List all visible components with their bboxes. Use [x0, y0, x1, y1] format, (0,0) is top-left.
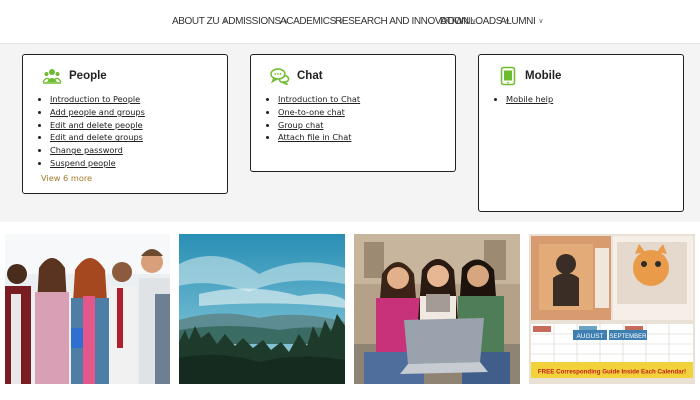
chat-bubbles-icon	[270, 68, 290, 86]
chat-card: Chat Introduction to Chat One-to-one cha…	[250, 54, 456, 172]
nav-item-label: ACADEMICS	[280, 16, 336, 27]
top-navigation: ABOUT ZU ∨ ADMISSIONS ∨ ACADEMICS ∨ RESEARC…	[0, 0, 700, 44]
list-item: Mobile help	[506, 93, 553, 106]
link-attach-file-in-chat[interactable]: Attach file in Chat	[278, 132, 351, 142]
chevron-down-icon: ∨	[538, 18, 544, 25]
list-item: Introduction to People	[50, 93, 145, 106]
link-edit-and-delete-groups[interactable]: Edit and delete groups	[50, 132, 143, 142]
mobile-card: Mobile Mobile help	[478, 54, 684, 212]
mobile-card-title: Mobile	[525, 70, 562, 82]
mobile-card-header: Mobile	[498, 66, 561, 86]
mobile-device-icon	[500, 66, 516, 86]
nav-item-admissions[interactable]: ADMISSIONS ∨	[222, 16, 289, 27]
students-laptop-photo	[354, 234, 520, 384]
calendar-tab-september-label: SEPTEMBER	[609, 334, 647, 340]
list-item: One-to-one chat	[278, 106, 360, 119]
nav-item-label: ABOUT ZU	[172, 16, 220, 27]
people-card-header: People	[42, 66, 107, 86]
calendar-tab-august-label: AUGUST	[576, 333, 603, 340]
link-suspend-people[interactable]: Suspend people	[50, 158, 116, 168]
link-introduction-to-chat[interactable]: Introduction to Chat	[278, 94, 360, 104]
link-one-to-one-chat[interactable]: One-to-one chat	[278, 107, 345, 117]
calendar-product-photo: AUGUST SEPTEMBER FREE Corresponding Guid…	[529, 234, 695, 384]
link-group-chat[interactable]: Group chat	[278, 120, 323, 130]
people-card-title: People	[69, 70, 107, 82]
chat-card-title: Chat	[297, 70, 323, 82]
landscape-photo	[179, 234, 345, 384]
list-item: Suspend people	[50, 157, 145, 170]
view-more-link[interactable]: View 6 more	[41, 173, 92, 183]
list-item: Group chat	[278, 119, 360, 132]
nav-item-label: ALUMNI	[500, 16, 536, 27]
link-mobile-help[interactable]: Mobile help	[506, 94, 553, 104]
list-item: Edit and delete groups	[50, 131, 145, 144]
link-introduction-to-people[interactable]: Introduction to People	[50, 94, 140, 104]
calendar-banner-text: FREE Corresponding Guide Inside Each Cal…	[538, 369, 686, 376]
nav-item-about[interactable]: ABOUT ZU ∨	[172, 16, 227, 27]
list-item: Change password	[50, 144, 145, 157]
list-item: Attach file in Chat	[278, 131, 360, 144]
link-change-password[interactable]: Change password	[50, 145, 123, 155]
people-icon	[42, 69, 62, 84]
nav-item-label: ADMISSIONS	[222, 16, 281, 27]
people-link-list: Introduction to People Add people and gr…	[38, 93, 145, 170]
list-item: Introduction to Chat	[278, 93, 360, 106]
students-group-photo	[5, 234, 170, 384]
nav-item-label: DOWNLOADS	[440, 16, 502, 27]
link-edit-and-delete-people[interactable]: Edit and delete people	[50, 120, 143, 130]
list-item: Add people and groups	[50, 106, 145, 119]
page: ABOUT ZU ∨ ADMISSIONS ∨ ACADEMICS ∨ RESEARC…	[0, 0, 700, 400]
chat-card-header: Chat	[270, 66, 323, 86]
people-card: People Introduction to People Add people…	[22, 54, 228, 194]
list-item: Edit and delete people	[50, 119, 145, 132]
chat-link-list: Introduction to Chat One-to-one chat Gro…	[266, 93, 360, 144]
nav-item-alumni[interactable]: ALUMNI ∨	[500, 16, 544, 27]
link-add-people-and-groups[interactable]: Add people and groups	[50, 107, 145, 117]
mobile-link-list: Mobile help	[494, 93, 553, 106]
